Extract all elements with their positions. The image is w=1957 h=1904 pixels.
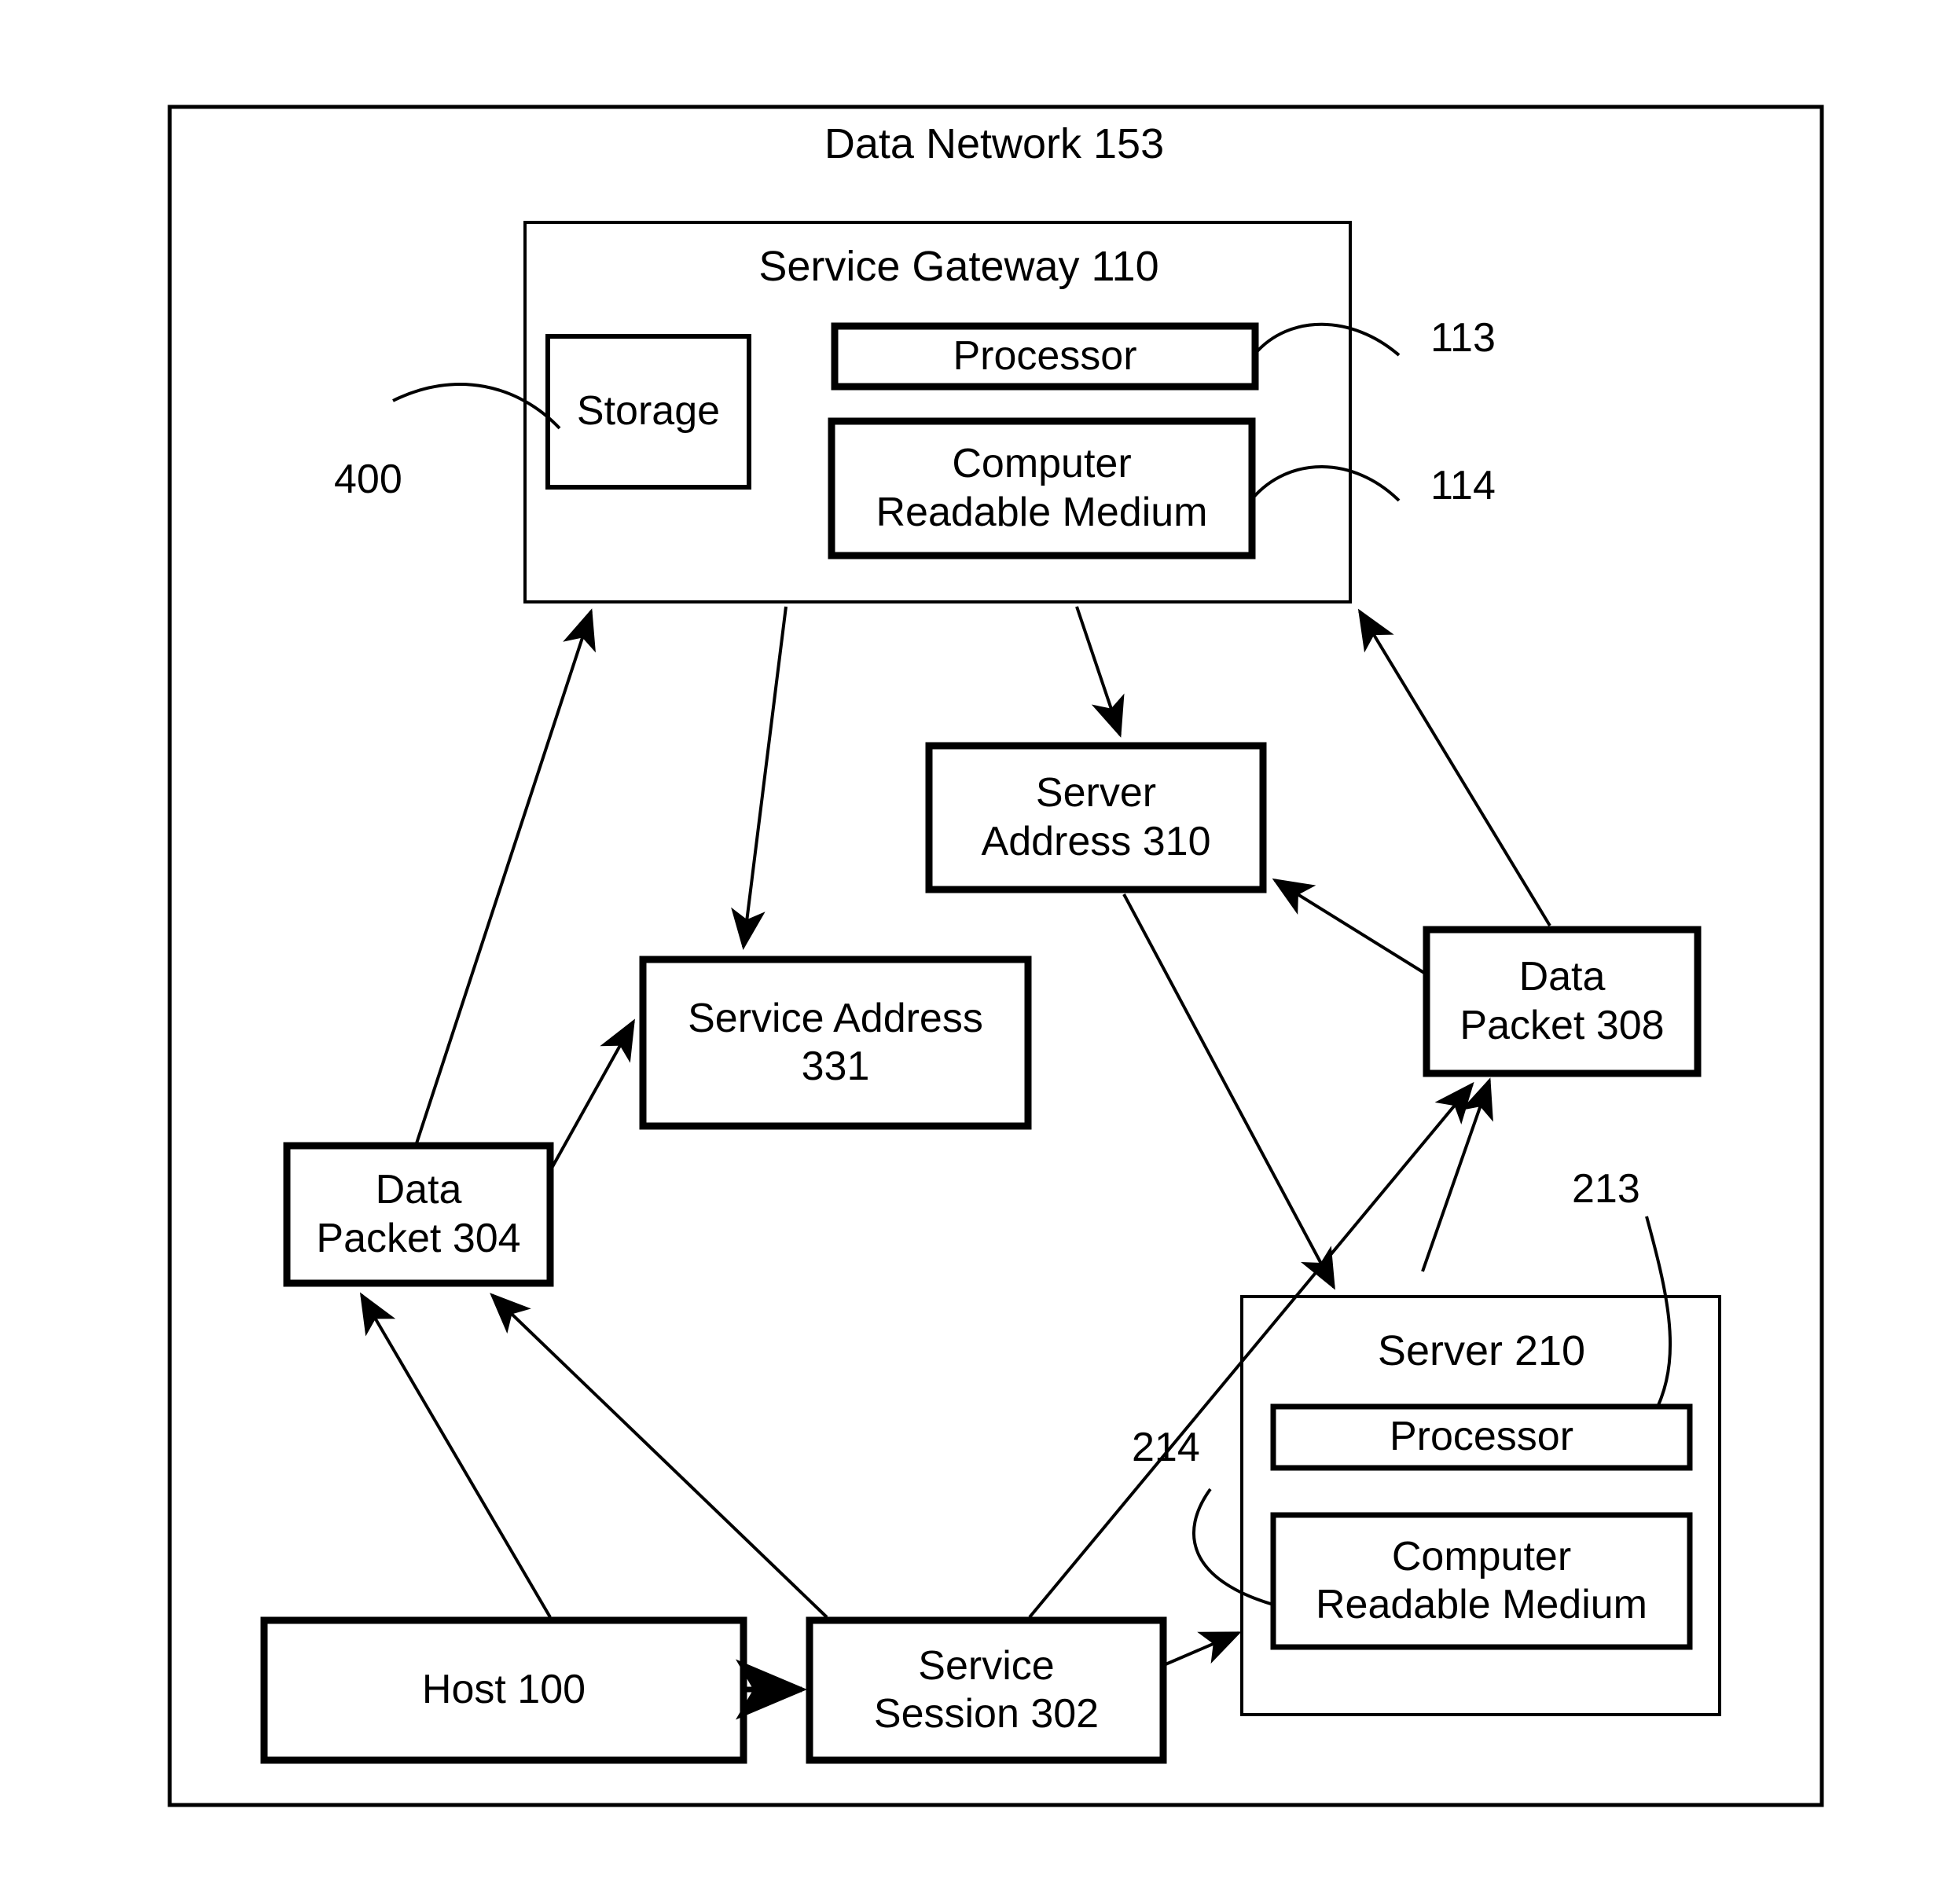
reference-numeral-213: 213 xyxy=(1572,1166,1640,1212)
leader-line-213 xyxy=(1645,1216,1672,1406)
arrow-server-210-to-dp308 xyxy=(1421,1077,1493,1272)
arrow-host-to-dp304 xyxy=(359,1292,552,1619)
leader-line-114 xyxy=(1250,465,1401,502)
arrow-dp304-to-service-address-331 xyxy=(549,1018,635,1172)
label-data-packet-304: Data Packet 304 xyxy=(316,1167,521,1261)
label-service-session-302: Service Session 302 xyxy=(873,1642,1100,1737)
arrow-gateway-to-server-address-310 xyxy=(1075,606,1125,738)
arrow-gateway-to-service-address-331 xyxy=(731,606,788,950)
reference-numeral-400: 400 xyxy=(334,457,402,502)
title-service-gateway: Service Gateway 110 xyxy=(758,243,1159,291)
arrow-server-address-310-to-server-210 xyxy=(1122,893,1335,1290)
figure-canvas: Data Network 153 Service Gateway 110 Ser… xyxy=(0,0,1957,1904)
reference-numeral-214: 214 xyxy=(1132,1425,1200,1470)
label-gateway-computer-readable-medium: Computer Readable Medium xyxy=(876,441,1208,535)
arrow-dp304-to-gateway xyxy=(415,608,596,1144)
label-server-computer-readable-medium: Computer Readable Medium xyxy=(1315,1533,1648,1627)
page-title-data-network: Data Network 153 xyxy=(824,120,1165,168)
title-server-210: Server 210 xyxy=(1377,1327,1586,1375)
label-gateway-processor: Processor xyxy=(953,332,1137,379)
label-host-100: Host 100 xyxy=(421,1667,586,1713)
leader-line-113 xyxy=(1254,322,1401,357)
leader-line-214 xyxy=(1192,1488,1274,1606)
arrow-session-to-dp304 xyxy=(490,1293,828,1619)
arrow-dp308-to-server-address-310 xyxy=(1272,878,1426,974)
arrow-session-to-server-210 xyxy=(1165,1631,1242,1666)
label-data-packet-308: Data Packet 308 xyxy=(1459,954,1665,1048)
label-storage: Storage xyxy=(576,388,721,435)
leader-line-400 xyxy=(392,382,561,430)
reference-numeral-114: 114 xyxy=(1430,463,1496,508)
label-server-address-310: Server Address 310 xyxy=(981,770,1211,864)
arrow-dp308-to-gateway xyxy=(1357,608,1551,927)
label-service-address-331: Service Address 331 xyxy=(688,995,983,1089)
reference-numeral-113: 113 xyxy=(1430,315,1496,361)
label-server-processor: Processor xyxy=(1389,1414,1574,1460)
